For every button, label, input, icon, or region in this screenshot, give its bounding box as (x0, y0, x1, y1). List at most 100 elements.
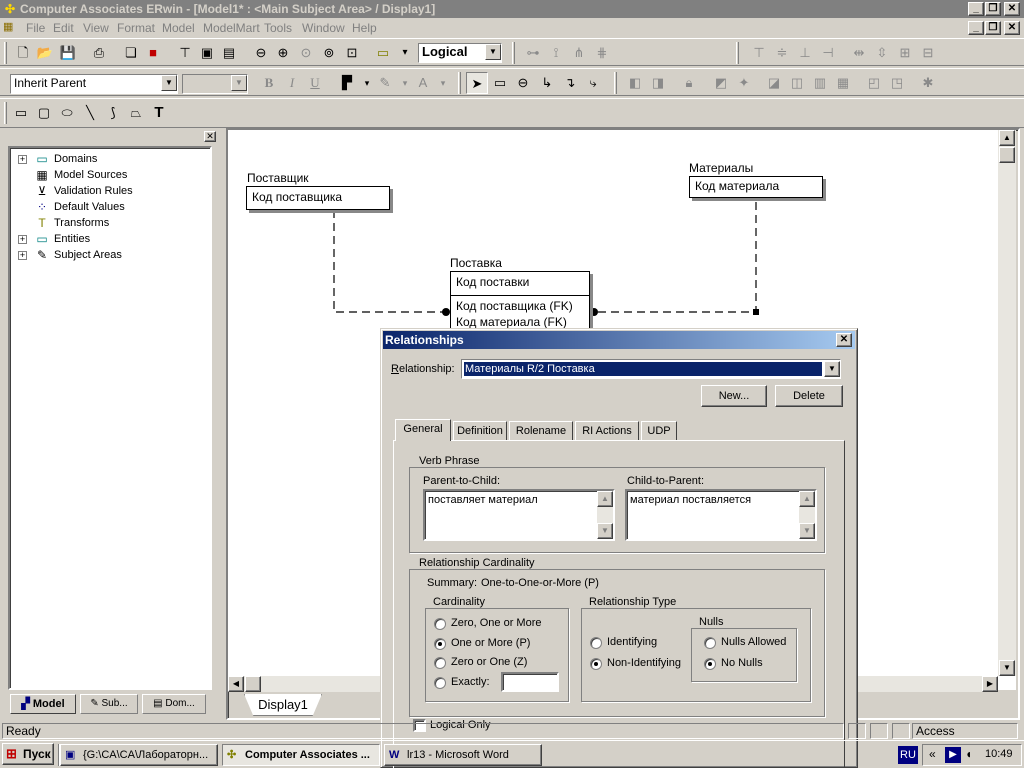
toolbar-grip[interactable] (736, 42, 739, 64)
tool-b-icon[interactable]: ◨ (647, 72, 669, 94)
relationship-line-supplier[interactable] (333, 210, 446, 313)
menu-model[interactable]: Model (162, 21, 195, 35)
expand-icon[interactable]: + (18, 251, 27, 260)
tree-item[interactable]: ▦ Model Sources (18, 168, 208, 184)
italic-icon[interactable]: I (281, 72, 303, 94)
relationship-selected-handle[interactable] (753, 309, 759, 315)
underline-icon[interactable]: U (304, 72, 326, 94)
tab-rolename[interactable]: Rolename (509, 421, 573, 441)
volume-icon[interactable]: ◖ (965, 747, 972, 761)
tool-e-icon[interactable]: ◫ (786, 72, 808, 94)
relation-icon[interactable]: ⊶ (522, 42, 544, 64)
delete-button[interactable]: Delete (775, 385, 843, 407)
tool-i-icon[interactable]: ◳ (886, 72, 908, 94)
view-mode-select[interactable]: Logical ▼ (418, 43, 502, 63)
toolbar-grip[interactable] (4, 102, 7, 124)
text-color-icon[interactable]: A (412, 72, 434, 94)
relationship-line-material[interactable] (594, 202, 757, 313)
tree-icon[interactable]: ⋔ (568, 42, 590, 64)
entity-delivery[interactable]: Код поставки Код поставщика (FK) Код мат… (450, 271, 590, 331)
print-icon[interactable]: ⎙ (88, 42, 110, 64)
open-file-icon[interactable]: 📂 (34, 42, 56, 64)
menu-view[interactable]: View (83, 21, 109, 35)
font-size-select[interactable]: ▼ (182, 74, 248, 94)
hscroll-thumb[interactable] (245, 676, 261, 692)
child-to-parent-field[interactable]: материал поставляется ▲ ▼ (625, 489, 817, 541)
chevron-down-icon[interactable]: ▼ (824, 361, 840, 377)
menu-tools[interactable]: Tools (264, 21, 292, 35)
pen-color-icon[interactable]: ✎ (374, 72, 396, 94)
tool-h-icon[interactable]: ◰ (863, 72, 885, 94)
tab-general[interactable]: General (395, 419, 451, 441)
tab-ri-actions[interactable]: RI Actions (575, 421, 639, 441)
align-middle-icon[interactable]: ≑ (771, 42, 793, 64)
tool-d-icon[interactable]: ◪ (763, 72, 785, 94)
zoom-out-icon[interactable]: ⊖ (250, 42, 272, 64)
relationship-type-option-label[interactable]: Identifying (607, 636, 657, 648)
tool-f-icon[interactable]: ▥ (809, 72, 831, 94)
entity-tool-icon[interactable]: ▭ (489, 72, 511, 94)
tree-item[interactable]: ⊻ Validation Rules (18, 184, 208, 200)
entity-supplier[interactable]: Код поставщика (246, 186, 390, 210)
hierarchy-icon[interactable]: ⟟ (545, 42, 567, 64)
dropdown-arrow-icon[interactable]: ▾ (394, 42, 416, 64)
polyline-tool-icon[interactable]: ⟆ (102, 102, 124, 124)
report-icon[interactable]: ❏ (120, 42, 142, 64)
cardinality-option-label[interactable]: One or More (P) (451, 637, 530, 649)
lock-icon[interactable]: 🔒︎ (678, 72, 700, 94)
size-all-icon[interactable]: ⊟ (917, 42, 939, 64)
doc-close-button[interactable]: ✕ (1004, 21, 1020, 35)
tool-c-icon[interactable]: ◩ (710, 72, 732, 94)
canvas-vertical-scrollbar[interactable]: ▲ ▼ (998, 130, 1016, 676)
zoom-normal-icon[interactable]: ⊚ (318, 42, 340, 64)
cardinality-radio-3[interactable] (434, 676, 446, 689)
language-indicator[interactable]: RU (898, 746, 918, 764)
dialog-close-button[interactable]: ✕ (836, 333, 852, 347)
entity-materials[interactable]: Код материала (689, 176, 823, 198)
toolbar-grip[interactable] (4, 42, 7, 64)
scroll-down-button[interactable]: ▼ (597, 523, 613, 539)
tray-expand-icon[interactable]: « (929, 747, 936, 761)
identifying-rel-icon[interactable]: ↳ (536, 72, 558, 94)
tab-display1[interactable]: Display1 (244, 694, 322, 716)
cardinality-option-label[interactable]: Zero or One (Z) (451, 656, 527, 668)
restore-button[interactable]: ❐ (985, 2, 1001, 16)
cardinality-radio-1[interactable] (434, 637, 446, 650)
menu-format[interactable]: Format (117, 21, 155, 35)
chevron-down-icon[interactable]: ▼ (161, 75, 177, 91)
cardinality-option-label[interactable]: Exactly: (451, 676, 490, 688)
p2c-scrollbar[interactable]: ▲ ▼ (597, 491, 613, 539)
bold-icon[interactable]: B (258, 72, 280, 94)
menu-edit[interactable]: Edit (53, 21, 74, 35)
scroll-up-button[interactable]: ▲ (999, 130, 1015, 146)
relationship-type-radio-0[interactable] (590, 637, 602, 649)
tab-udp[interactable]: UDP (641, 421, 677, 441)
erwin-app-icon[interactable]: ✣ (3, 2, 17, 16)
tree-item[interactable]: ⁘ Default Values (18, 200, 208, 216)
non-identifying-rel-icon[interactable]: ⤷ (582, 72, 604, 94)
space-h-icon[interactable]: ⇹ (848, 42, 870, 64)
entity-type-select[interactable]: Inherit Parent ▼ (10, 74, 178, 94)
tool-g-icon[interactable]: ▦ (832, 72, 854, 94)
relationship-type-option-label[interactable]: Non-Identifying (607, 657, 681, 669)
text-tool-icon[interactable]: T (148, 102, 170, 124)
scroll-down-button[interactable]: ▼ (799, 523, 815, 539)
network-icon[interactable]: ⋕ (591, 42, 613, 64)
align-bottom-icon[interactable]: ⊥ (794, 42, 816, 64)
chevron-down-icon[interactable]: ▼ (231, 75, 247, 91)
fill-color-icon[interactable]: ▛ (336, 72, 358, 94)
doc-minimize-button[interactable]: _ (968, 21, 984, 35)
category-tool-icon[interactable]: ⊖ (512, 72, 534, 94)
tool-j-icon[interactable]: ✱ (917, 72, 939, 94)
scroll-down-button[interactable]: ▼ (999, 660, 1015, 676)
format-icon[interactable]: ⊤ (174, 42, 196, 64)
relationship-select[interactable]: Материалы R/2 Поставка ▼ (461, 359, 841, 379)
document-icon[interactable]: ▦ (3, 20, 17, 34)
doc-restore-button[interactable]: ❐ (985, 21, 1001, 35)
expand-icon[interactable]: + (18, 155, 27, 164)
cardinality-option-label[interactable]: Zero, One or More (451, 617, 541, 629)
tab-subject-areas[interactable]: ✎ Sub... (80, 694, 138, 714)
chevron-down-icon[interactable]: ▼ (485, 44, 501, 60)
relationship-type-radio-1[interactable] (590, 658, 602, 670)
new-file-icon[interactable]: 🗋 (12, 42, 34, 64)
